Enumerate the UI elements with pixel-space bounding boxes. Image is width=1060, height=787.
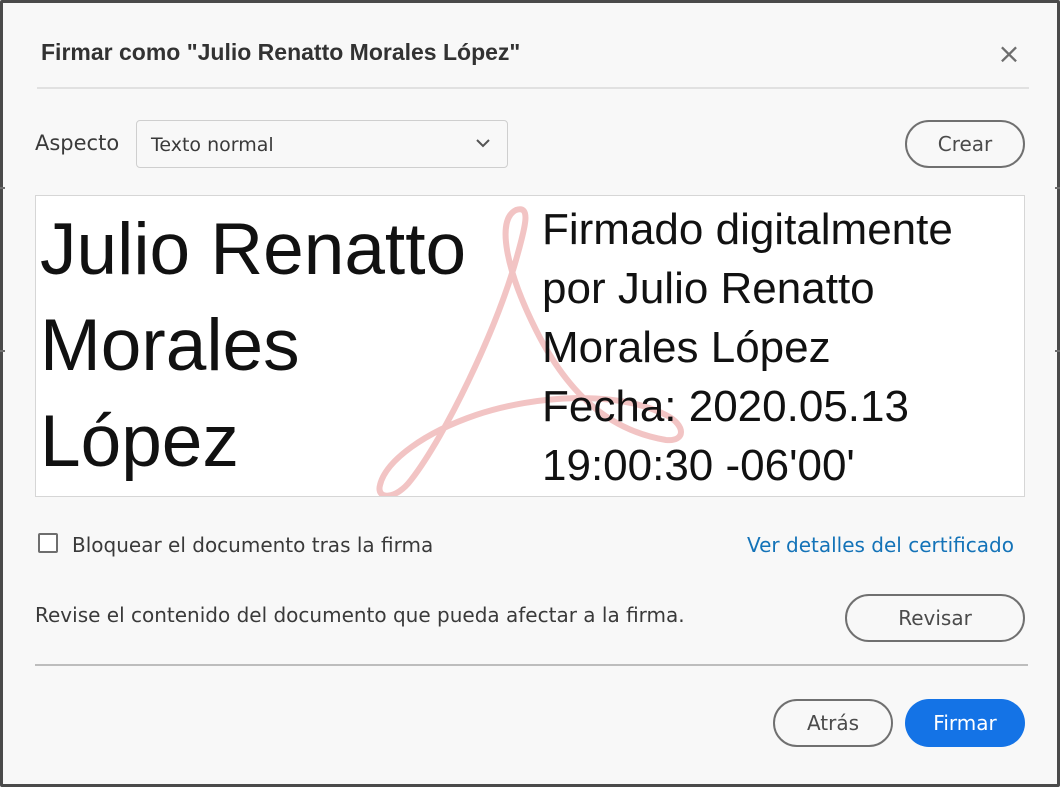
signature-detail-line: Fecha: 2020.05.13	[542, 382, 909, 431]
signature-preview: Julio Renatto Morales López Firmado digi…	[35, 195, 1025, 497]
appearance-select[interactable]: Texto normal	[136, 120, 508, 168]
review-message: Revise el contenido del documento que pu…	[35, 603, 685, 627]
appearance-label: Aspecto	[35, 131, 120, 155]
back-button[interactable]: Atrás	[773, 699, 893, 747]
create-button[interactable]: Crear	[905, 120, 1025, 168]
signature-detail-line: Firmado digitalmente	[542, 205, 953, 254]
signature-name-line: Morales	[40, 305, 300, 386]
signature-name-line: Julio Renatto	[40, 209, 467, 290]
signature-detail-line: por Julio Renatto	[542, 264, 875, 313]
sign-dialog: Firmar como "Julio Renatto Morales López…	[5, 3, 1055, 781]
view-certificate-link[interactable]: Ver detalles del certificado	[747, 533, 1014, 557]
lock-document-checkbox[interactable]	[38, 533, 58, 553]
signature-name-line: López	[40, 401, 239, 482]
sign-button[interactable]: Firmar	[905, 699, 1025, 747]
signature-detail-line: 19:00:30 -06'00'	[542, 441, 855, 490]
close-icon[interactable]: ×	[996, 40, 1022, 68]
appearance-selected-value: Texto normal	[151, 134, 274, 156]
signature-detail-line: Morales López	[542, 323, 831, 372]
signature-name: Julio Renatto Morales López	[40, 202, 540, 490]
divider	[37, 87, 1029, 89]
divider	[35, 664, 1028, 666]
dialog-title: Firmar como "Julio Renatto Morales López…	[41, 39, 521, 65]
background-edge	[1055, 187, 1060, 189]
background-edge	[1055, 350, 1060, 352]
signature-details: Firmado digitalmente por Julio Renatto M…	[542, 200, 1024, 495]
review-button[interactable]: Revisar	[845, 594, 1025, 642]
lock-document-label[interactable]: Bloquear el documento tras la firma	[72, 533, 433, 557]
chevron-down-icon	[476, 139, 490, 148]
